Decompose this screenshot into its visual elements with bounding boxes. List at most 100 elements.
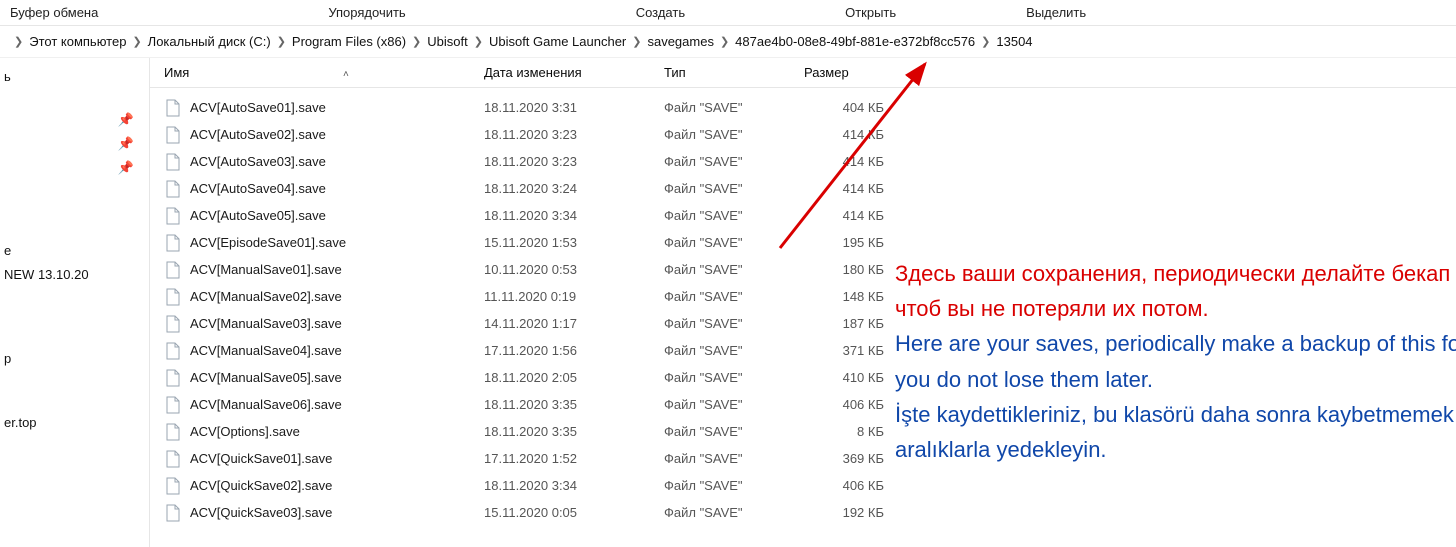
- file-date: 11.11.2020 0:19: [484, 289, 664, 304]
- menu-select[interactable]: Выделить: [1026, 5, 1156, 20]
- file-type: Файл "SAVE": [664, 397, 804, 412]
- file-icon: [164, 261, 182, 279]
- breadcrumb-segment[interactable]: Этот компьютер: [29, 34, 126, 49]
- breadcrumb-segment[interactable]: 13504: [996, 34, 1032, 49]
- file-type: Файл "SAVE": [664, 343, 804, 358]
- file-size: 192 КБ: [804, 505, 904, 520]
- file-row[interactable]: ACV[AutoSave04].save18.11.2020 3:24Файл …: [150, 175, 1456, 202]
- breadcrumb-segment[interactable]: Program Files (x86): [292, 34, 406, 49]
- chevron-right-icon[interactable]: ❯: [412, 35, 421, 48]
- breadcrumb-segment[interactable]: savegames: [647, 34, 713, 49]
- file-date: 18.11.2020 2:05: [484, 370, 664, 385]
- sidebar-item-site[interactable]: er.top: [0, 410, 149, 434]
- chevron-right-icon[interactable]: ❯: [277, 35, 286, 48]
- file-row[interactable]: ACV[ManualSave02].save11.11.2020 0:19Фай…: [150, 283, 1456, 310]
- file-list: ACV[AutoSave01].save18.11.2020 3:31Файл …: [150, 88, 1456, 526]
- file-type: Файл "SAVE": [664, 127, 804, 142]
- file-icon: [164, 180, 182, 198]
- toolbar: Буфер обмена Упорядочить Создать Открыть…: [0, 0, 1456, 26]
- file-date: 18.11.2020 3:34: [484, 208, 664, 223]
- file-name: ACV[AutoSave01].save: [190, 100, 484, 115]
- file-type: Файл "SAVE": [664, 154, 804, 169]
- file-row[interactable]: ACV[AutoSave01].save18.11.2020 3:31Файл …: [150, 94, 1456, 121]
- file-name: ACV[ManualSave01].save: [190, 262, 484, 277]
- file-icon: [164, 126, 182, 144]
- file-row[interactable]: ACV[EpisodeSave01].save15.11.2020 1:53Фа…: [150, 229, 1456, 256]
- file-date: 15.11.2020 1:53: [484, 235, 664, 250]
- file-icon: [164, 207, 182, 225]
- file-icon: [164, 288, 182, 306]
- file-date: 18.11.2020 3:31: [484, 100, 664, 115]
- file-size: 414 КБ: [804, 154, 904, 169]
- file-date: 18.11.2020 3:35: [484, 397, 664, 412]
- file-name: ACV[ManualSave04].save: [190, 343, 484, 358]
- file-size: 404 КБ: [804, 100, 904, 115]
- file-row[interactable]: ACV[ManualSave06].save18.11.2020 3:35Фай…: [150, 391, 1456, 418]
- chevron-right-icon[interactable]: ❯: [632, 35, 641, 48]
- column-header-size[interactable]: Размер: [804, 65, 904, 80]
- chevron-right-icon[interactable]: ❯: [720, 35, 729, 48]
- file-name: ACV[ManualSave03].save: [190, 316, 484, 331]
- breadcrumb-segment[interactable]: Ubisoft: [427, 34, 467, 49]
- file-date: 17.11.2020 1:52: [484, 451, 664, 466]
- file-name: ACV[AutoSave03].save: [190, 154, 484, 169]
- menu-open[interactable]: Открыть: [845, 5, 1026, 20]
- file-date: 18.11.2020 3:24: [484, 181, 664, 196]
- pin-icon: 📌: [118, 160, 134, 176]
- file-row[interactable]: ACV[QuickSave01].save17.11.2020 1:52Файл…: [150, 445, 1456, 472]
- file-row[interactable]: ACV[ManualSave05].save18.11.2020 2:05Фай…: [150, 364, 1456, 391]
- pin-icon: 📌: [118, 136, 134, 152]
- file-size: 371 КБ: [804, 343, 904, 358]
- sidebar-item[interactable]: р: [0, 346, 149, 370]
- file-date: 18.11.2020 3:23: [484, 127, 664, 142]
- menu-organize[interactable]: Упорядочить: [328, 5, 635, 20]
- column-header-name[interactable]: Имя ˄: [164, 65, 484, 80]
- column-header-date[interactable]: Дата изменения: [484, 65, 664, 80]
- breadcrumb[interactable]: ❯ Этот компьютер ❯ Локальный диск (C:) ❯…: [0, 26, 1456, 58]
- breadcrumb-segment[interactable]: 487ae4b0-08e8-49bf-881e-e372bf8cc576: [735, 34, 975, 49]
- file-icon: [164, 315, 182, 333]
- file-row[interactable]: ACV[QuickSave02].save18.11.2020 3:34Файл…: [150, 472, 1456, 499]
- file-type: Файл "SAVE": [664, 424, 804, 439]
- file-date: 14.11.2020 1:17: [484, 316, 664, 331]
- file-size: 195 КБ: [804, 235, 904, 250]
- navigation-pane: ь 📌 📌 📌 е NEW 13.10.20 р er.top: [0, 58, 150, 547]
- chevron-right-icon[interactable]: ❯: [981, 35, 990, 48]
- file-row[interactable]: ACV[ManualSave03].save14.11.2020 1:17Фай…: [150, 310, 1456, 337]
- breadcrumb-segment[interactable]: Ubisoft Game Launcher: [489, 34, 626, 49]
- breadcrumb-segment[interactable]: Локальный диск (C:): [148, 34, 271, 49]
- file-icon: [164, 99, 182, 117]
- file-name: ACV[QuickSave03].save: [190, 505, 484, 520]
- file-size: 369 КБ: [804, 451, 904, 466]
- sidebar-item-new-folder[interactable]: NEW 13.10.20: [0, 262, 149, 286]
- file-row[interactable]: ACV[ManualSave01].save10.11.2020 0:53Фай…: [150, 256, 1456, 283]
- file-row[interactable]: ACV[AutoSave03].save18.11.2020 3:23Файл …: [150, 148, 1456, 175]
- file-icon: [164, 342, 182, 360]
- sidebar-item[interactable]: ь: [0, 64, 149, 88]
- chevron-right-icon[interactable]: ❯: [14, 35, 23, 48]
- column-header-type[interactable]: Тип: [664, 65, 804, 80]
- menu-clipboard[interactable]: Буфер обмена: [10, 5, 328, 20]
- file-size: 410 КБ: [804, 370, 904, 385]
- file-type: Файл "SAVE": [664, 289, 804, 304]
- file-row[interactable]: ACV[AutoSave05].save18.11.2020 3:34Файл …: [150, 202, 1456, 229]
- file-size: 414 КБ: [804, 181, 904, 196]
- sidebar-item[interactable]: е: [0, 238, 149, 262]
- file-row[interactable]: ACV[Options].save18.11.2020 3:35Файл "SA…: [150, 418, 1456, 445]
- menu-create[interactable]: Создать: [636, 5, 845, 20]
- file-row[interactable]: ACV[QuickSave03].save15.11.2020 0:05Файл…: [150, 499, 1456, 526]
- file-icon: [164, 423, 182, 441]
- file-row[interactable]: ACV[AutoSave02].save18.11.2020 3:23Файл …: [150, 121, 1456, 148]
- chevron-right-icon[interactable]: ❯: [474, 35, 483, 48]
- column-headers: Имя ˄ Дата изменения Тип Размер: [150, 58, 1456, 88]
- file-row[interactable]: ACV[ManualSave04].save17.11.2020 1:56Фай…: [150, 337, 1456, 364]
- file-type: Файл "SAVE": [664, 235, 804, 250]
- file-date: 18.11.2020 3:34: [484, 478, 664, 493]
- file-type: Файл "SAVE": [664, 478, 804, 493]
- file-date: 15.11.2020 0:05: [484, 505, 664, 520]
- file-name: ACV[QuickSave01].save: [190, 451, 484, 466]
- file-size: 148 КБ: [804, 289, 904, 304]
- chevron-right-icon[interactable]: ❯: [132, 35, 141, 48]
- file-size: 187 КБ: [804, 316, 904, 331]
- sort-ascending-icon: ˄: [343, 69, 349, 80]
